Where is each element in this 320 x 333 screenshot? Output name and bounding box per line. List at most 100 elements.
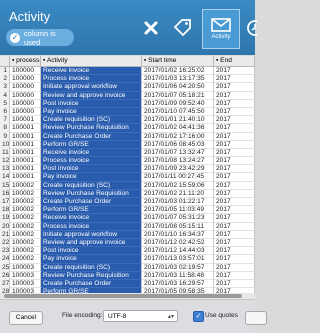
table-row[interactable]: 27 100003 Create Purchase Order 2017/01/03 … (0, 279, 255, 289)
table-row[interactable]: 19 100002 Receive invoice 2017/01/07 05:31:… (0, 214, 255, 223)
activity-cell: Post invoice (41, 247, 142, 256)
header-start-time[interactable]: ▪ Start time (142, 56, 214, 66)
table-row[interactable]: 25 100003 Create requisition (SC) 2017/01/0… (0, 263, 255, 272)
process-id-cell: 100001 (10, 157, 41, 166)
start-time-cell: 2017/01/12 14:44:03 (142, 247, 214, 256)
table-row[interactable]: 7 100001 Create requisition (SC) 2017/01/01… (0, 116, 255, 125)
row-number: 2 (0, 75, 10, 84)
start-time-cell: 2017/01/01 21:40:10 (142, 116, 214, 125)
table-row[interactable]: 10 100001 Perform GR/SE 2017/01/06 08:45:03… (0, 140, 255, 149)
table-row[interactable]: 13 100001 Post invoice 2017/01/09 23:42:29 2… (0, 165, 255, 174)
table-row[interactable]: 2 100000 Process invoice 2017/01/03 13:17:3… (0, 75, 255, 84)
start-time-cell: 2017/01/03 02:19:57 (142, 263, 214, 272)
header-process-id[interactable]: ▪ process-id (10, 56, 41, 66)
footer-bar: Cancel File encoding: UTF-8 ▴▾ ✓ Use quo… (0, 299, 267, 333)
row-number: 16 (0, 189, 10, 198)
activity-button-label: Activity (211, 34, 231, 40)
use-quotes-checkbox[interactable]: ✓ (193, 311, 204, 322)
activity-cell: Process invoice (41, 75, 142, 84)
header-end[interactable]: ▪ End (214, 56, 255, 66)
table-row[interactable]: 21 100002 Initiate approval workflow 2017/0… (0, 230, 255, 239)
row-number: 12 (0, 157, 10, 166)
start-time-cell: 2017/01/08 05:15:11 (142, 222, 214, 231)
activity-cell: Pay invoice (41, 107, 142, 117)
table-row[interactable]: 24 100002 Pay invoice 2017/01/13 03:57:01 20… (0, 255, 255, 264)
table-row[interactable]: 8 100001 Review Purchase Requisition 2017/0… (0, 124, 255, 133)
row-number: 17 (0, 198, 10, 207)
end-cell: 2017 (214, 157, 255, 166)
header-activity[interactable]: ▪ Activity (41, 56, 142, 66)
table-row[interactable]: 11 100001 Receive invoice 2017/01/07 13:32:… (0, 148, 255, 158)
process-id-cell: 100000 (10, 91, 41, 100)
table-row[interactable]: 18 100002 Perform GR/SE 2017/01/05 11:03:49… (0, 206, 255, 215)
chip-label: column is used (24, 28, 56, 47)
header-rownum (0, 56, 10, 66)
table-row[interactable]: 20 100002 Process invoice 2017/01/08 05:15:… (0, 222, 255, 231)
use-quotes-label: Use quotes (205, 312, 238, 319)
scrollbar-thumb[interactable] (4, 294, 242, 298)
activity-cell: Create requisition (SC) (41, 116, 142, 125)
top-bar: Activity ✓ column is used Activity (0, 0, 257, 55)
start-time-cell: 2017/01/06 08:45:03 (142, 140, 214, 149)
table-row[interactable]: 17 100002 Create Purchase Order 2017/01/03 … (0, 198, 255, 207)
end-cell: 2017 (214, 75, 255, 84)
process-id-cell: 100002 (10, 222, 41, 231)
activity-cell: Pay invoice (41, 173, 142, 182)
end-cell: 2017 (214, 83, 255, 92)
activity-cell: Process invoice (41, 222, 142, 231)
table-row[interactable]: 4 100000 Review and approve invoice 2017/01… (0, 91, 255, 100)
clock-button[interactable] (243, 9, 257, 47)
start-time-cell: 2017/01/10 16:34:37 (142, 230, 214, 239)
process-id-cell: 100003 (10, 271, 41, 280)
activity-cell: Receive invoice (41, 214, 142, 223)
row-number: 24 (0, 255, 10, 264)
activity-cell: Post invoice (41, 165, 142, 174)
start-time-cell: 2017/01/02 04:41:36 (142, 124, 214, 133)
next-button[interactable] (245, 311, 267, 325)
process-id-cell: 100002 (10, 255, 41, 264)
table-row[interactable]: 5 100000 Post invoice 2017/01/09 09:52:40 20… (0, 99, 255, 108)
process-id-cell: 100002 (10, 230, 41, 239)
table-row[interactable]: 6 100000 Pay invoice 2017/01/10 07:45:50 201… (0, 107, 255, 117)
row-number: 9 (0, 132, 10, 141)
start-time-cell: 2017/01/02 16:25:02 (142, 67, 214, 76)
table-header: ▪ process-id ▪ Activity ▪ Start time ▪ E… (0, 56, 255, 67)
process-id-cell: 100002 (10, 214, 41, 223)
start-time-cell: 2017/01/02 15:59:06 (142, 181, 214, 190)
process-id-cell: 100000 (10, 83, 41, 92)
table-row[interactable]: 23 100002 Post invoice 2017/01/12 14:44:03 2… (0, 247, 255, 256)
close-button[interactable] (140, 9, 162, 47)
activity-cell: Process invoice (41, 157, 142, 166)
cancel-button[interactable]: Cancel (9, 311, 43, 325)
table-row[interactable]: 15 100002 Create requisition (SC) 2017/01/0… (0, 181, 255, 190)
process-id-cell: 100000 (10, 107, 41, 117)
encoding-select[interactable]: UTF-8 ▴▾ (103, 310, 178, 322)
start-time-cell: 2017/01/03 13:17:35 (142, 75, 214, 84)
tag-button[interactable] (170, 9, 194, 47)
activity-button[interactable]: Activity (202, 9, 240, 49)
table-row[interactable]: 14 100001 Pay invoice 2017/01/11 00:27:45 20… (0, 173, 255, 182)
encoding-label: File encoding: (62, 312, 103, 319)
table-row[interactable]: 3 100000 Initiate approval workflow 2017/01… (0, 83, 255, 92)
row-number: 13 (0, 165, 10, 174)
process-id-cell: 100001 (10, 132, 41, 141)
end-cell: 2017 (214, 247, 255, 256)
process-id-cell: 100002 (10, 206, 41, 215)
column-used-chip[interactable]: ✓ column is used (6, 28, 74, 47)
activity-cell: Perform GR/SE (41, 140, 142, 149)
table-row[interactable]: 26 100003 Review Purchase Requisition 2017/… (0, 271, 255, 280)
row-number: 15 (0, 181, 10, 190)
table-row[interactable]: 12 100001 Process invoice 2017/01/08 13:24:… (0, 157, 255, 166)
table-row[interactable]: 1 100000 Receive invoice 2017/01/02 16:25:0… (0, 67, 255, 76)
row-number: 5 (0, 99, 10, 108)
end-cell: 2017 (214, 271, 255, 280)
table-row[interactable]: 9 100001 Create Purchase Order 2017/01/02 1… (0, 132, 255, 141)
activity-cell: Initiate approval workflow (41, 83, 142, 92)
start-time-cell: 2017/01/05 11:03:49 (142, 206, 214, 215)
table-row[interactable]: 16 100002 Review Purchase Requisition 2017/… (0, 189, 255, 198)
close-icon (144, 21, 158, 35)
row-number: 14 (0, 173, 10, 182)
process-id-cell: 100001 (10, 116, 41, 125)
start-time-cell: 2017/01/06 04:20:50 (142, 83, 214, 92)
table-row[interactable]: 22 100002 Review and approve invoice 2017/0… (0, 238, 255, 248)
